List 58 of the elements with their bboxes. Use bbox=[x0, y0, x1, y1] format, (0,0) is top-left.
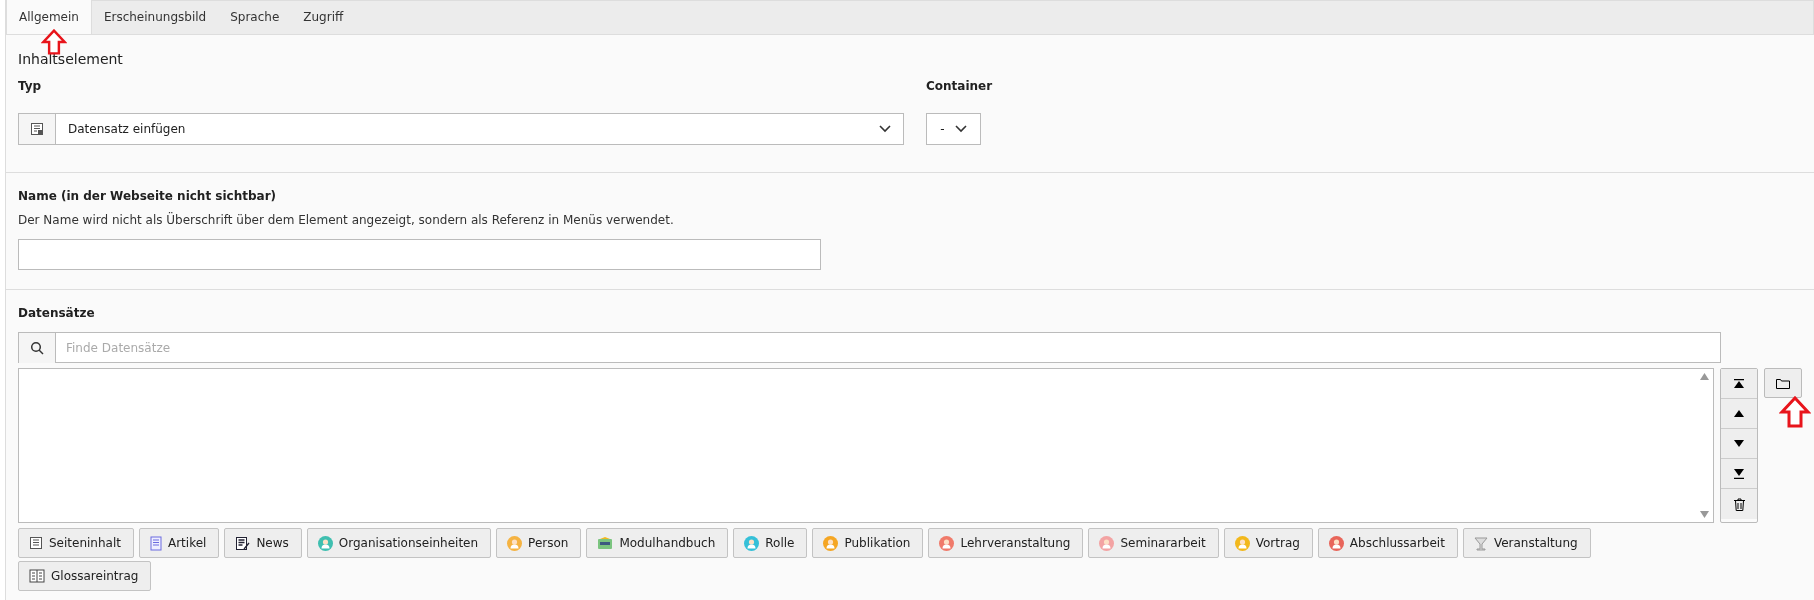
person-icon bbox=[744, 535, 760, 551]
container-select[interactable]: - bbox=[926, 113, 981, 145]
add-record-button[interactable]: Organisationseinheiten bbox=[306, 528, 492, 558]
move-to-top-button[interactable] bbox=[1721, 369, 1758, 399]
tab[interactable]: Erscheinungsbild bbox=[91, 1, 219, 34]
move-down-button[interactable] bbox=[1721, 429, 1758, 459]
move-to-bottom-icon bbox=[1734, 468, 1745, 479]
add-record-button[interactable]: Vortrag bbox=[1223, 528, 1313, 558]
move-to-bottom-button[interactable] bbox=[1721, 459, 1758, 489]
document-icon bbox=[149, 535, 162, 551]
cup-icon bbox=[1473, 535, 1488, 551]
type-select[interactable]: Datensatz einfügen bbox=[18, 113, 904, 145]
add-record-button[interactable]: Artikel bbox=[138, 528, 220, 558]
newspaper-icon bbox=[235, 535, 251, 551]
move-up-button[interactable] bbox=[1721, 399, 1758, 429]
person-icon bbox=[507, 535, 523, 551]
person-icon bbox=[317, 535, 333, 551]
person-icon bbox=[823, 535, 839, 551]
delete-button[interactable] bbox=[1721, 489, 1758, 519]
trash-icon bbox=[1733, 497, 1745, 511]
add-record-button[interactable]: News bbox=[224, 528, 302, 558]
scroll-up-icon bbox=[1700, 373, 1710, 380]
add-record-button[interactable]: Publikation bbox=[812, 528, 924, 558]
triangle-up-icon bbox=[1734, 410, 1745, 417]
add-record-button[interactable]: Rolle bbox=[733, 528, 808, 558]
field-label: Name (in der Webseite nicht sichtbar) bbox=[18, 189, 278, 203]
chevron-down-icon bbox=[954, 125, 967, 133]
field-label: Datensätze bbox=[18, 306, 96, 320]
arrow-annotation bbox=[1779, 396, 1811, 428]
document-icon bbox=[29, 536, 43, 550]
browse-button[interactable] bbox=[1764, 368, 1802, 398]
person-icon bbox=[1328, 535, 1344, 551]
field-label: Container bbox=[926, 79, 993, 93]
triangle-down-icon bbox=[1734, 440, 1745, 447]
chevron-down-icon bbox=[879, 125, 891, 133]
field-label: Typ bbox=[18, 79, 43, 93]
scroll-down-icon bbox=[1700, 511, 1710, 518]
search-icon bbox=[30, 341, 44, 355]
person-icon bbox=[1099, 535, 1115, 551]
person-icon bbox=[939, 535, 955, 551]
section-title: Inhaltselement bbox=[18, 51, 124, 67]
field-description: Der Name wird nicht als Überschrift über dem Element angezeigt, sondern als Referenz in Menüs verwendet. bbox=[18, 213, 675, 227]
name-input[interactable] bbox=[18, 239, 821, 270]
add-record-button[interactable]: Person bbox=[496, 528, 582, 558]
add-record-button[interactable]: Seiteninhalt bbox=[18, 528, 134, 558]
add-record-button[interactable]: Lehrveranstaltung bbox=[928, 528, 1084, 558]
tab[interactable]: Zugriff bbox=[291, 1, 356, 34]
tab[interactable]: Sprache bbox=[218, 1, 292, 34]
content-element-icon bbox=[30, 122, 44, 136]
add-record-button[interactable]: Glossareintrag bbox=[18, 561, 152, 591]
tab[interactable]: Allgemein bbox=[6, 0, 92, 34]
add-record-button[interactable]: Abschlussarbeit bbox=[1317, 528, 1458, 558]
add-record-button[interactable]: Seminararbeit bbox=[1088, 528, 1219, 558]
add-record-button[interactable]: Modulhandbuch bbox=[586, 528, 729, 558]
person-icon bbox=[1234, 535, 1250, 551]
add-record-button[interactable]: Veranstaltung bbox=[1462, 528, 1591, 558]
folder-icon bbox=[1776, 377, 1791, 389]
move-to-top-icon bbox=[1734, 378, 1745, 389]
